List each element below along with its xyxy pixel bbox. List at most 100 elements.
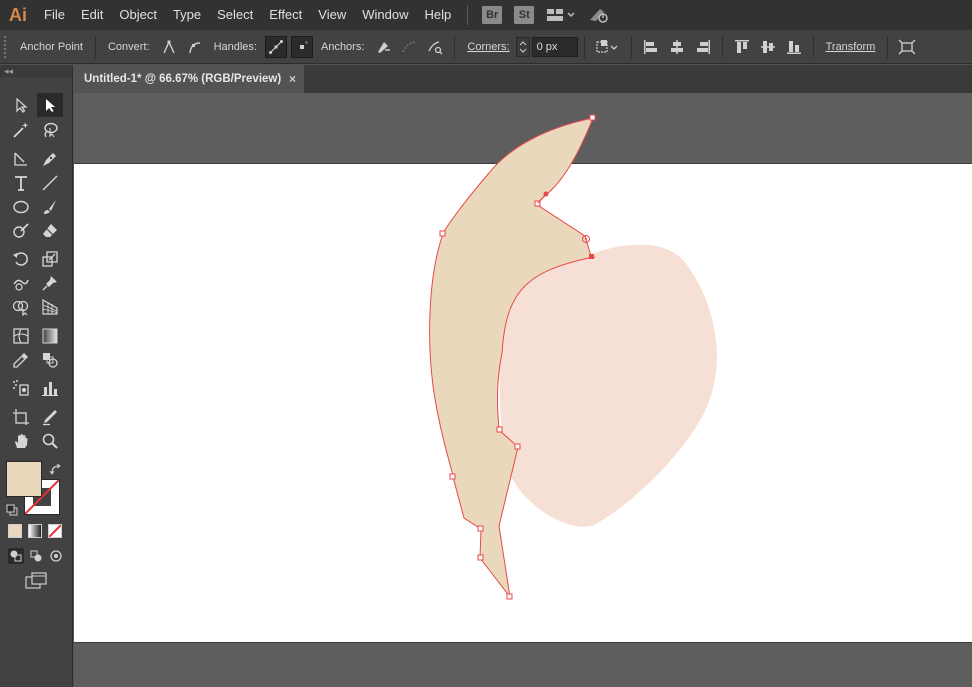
menu-view[interactable]: View (310, 0, 354, 30)
color-mode-button[interactable] (8, 524, 22, 538)
canvas-area[interactable] (74, 93, 972, 687)
selected-anchor-point[interactable] (589, 254, 594, 259)
gradient-icon[interactable] (37, 324, 63, 348)
menu-help[interactable]: Help (416, 0, 459, 30)
anchor-point[interactable] (589, 114, 596, 121)
transform-link[interactable]: Transform (820, 41, 882, 53)
show-handles-icon[interactable] (264, 35, 287, 58)
menu-effect[interactable]: Effect (261, 0, 310, 30)
divider (812, 35, 814, 58)
mesh-icon[interactable] (8, 324, 34, 348)
eraser-icon[interactable] (37, 219, 63, 243)
type-icon[interactable] (8, 171, 34, 195)
rotate-icon[interactable] (8, 247, 34, 271)
symbol-sprayer-icon[interactable] (8, 376, 34, 400)
line-segment-icon[interactable] (37, 171, 63, 195)
anchor-point[interactable] (439, 230, 446, 237)
arrange-documents-icon[interactable] (546, 8, 576, 22)
gpu-performance-icon[interactable] (588, 6, 610, 24)
direction-handle-point[interactable] (543, 191, 549, 197)
anchor-point[interactable] (496, 426, 503, 433)
menu-type[interactable]: Type (165, 0, 209, 30)
hand-icon[interactable] (8, 429, 34, 453)
convert-to-corner-icon[interactable] (158, 36, 180, 58)
fill-color-swatch[interactable] (6, 461, 42, 497)
handles-label: Handles: (213, 40, 257, 53)
align-horizontal-center-icon[interactable] (666, 36, 688, 58)
none-mode-button[interactable] (48, 524, 62, 538)
curvature-icon[interactable] (37, 147, 63, 171)
magic-wand-icon[interactable] (8, 118, 34, 142)
shaper-icon[interactable] (8, 219, 34, 243)
control-bar: Anchor Point Convert: Handles: Anchors: … (0, 30, 972, 64)
stock-button[interactable]: St (514, 6, 535, 24)
menu-window[interactable]: Window (354, 0, 416, 30)
zoom-icon[interactable] (37, 429, 63, 453)
document-tab[interactable]: Untitled-1* @ 66.67% (RGB/Preview) × (74, 65, 304, 93)
hide-handles-icon[interactable] (290, 35, 313, 58)
menu-edit[interactable]: Edit (73, 0, 111, 30)
divider (94, 35, 96, 58)
gradient-mode-button[interactable] (28, 524, 42, 538)
align-top-icon[interactable] (731, 36, 753, 58)
align-vertical-center-icon[interactable] (757, 36, 779, 58)
anchor-point[interactable] (477, 525, 484, 532)
blend-icon[interactable] (37, 348, 63, 372)
swap-fill-stroke-icon[interactable] (49, 463, 63, 477)
divider (630, 35, 632, 58)
menu-file[interactable]: File (36, 0, 73, 30)
align-bottom-icon[interactable] (783, 36, 805, 58)
artwork[interactable] (74, 93, 972, 687)
illustrator-window: Ai File Edit Object Type Select Effect V… (0, 0, 972, 687)
isolate-selection-icon[interactable] (896, 36, 918, 58)
pen-icon[interactable] (8, 147, 34, 171)
close-document-icon[interactable]: × (289, 72, 296, 86)
cut-path-icon[interactable] (424, 36, 446, 58)
scale-icon[interactable] (37, 247, 63, 271)
corners-radius-field[interactable]: 0 px (531, 36, 578, 57)
direct-selection-icon[interactable] (37, 93, 63, 117)
anchor-point[interactable] (506, 593, 513, 600)
align-right-icon[interactable] (692, 36, 714, 58)
connect-anchors-icon[interactable] (398, 36, 420, 58)
selection-arrow-icon[interactable] (8, 93, 34, 117)
anchor-point[interactable] (514, 443, 521, 450)
menu-object[interactable]: Object (111, 0, 165, 30)
menu-bar: Ai File Edit Object Type Select Effect V… (0, 0, 972, 30)
divider (454, 35, 456, 58)
anchor-point[interactable] (477, 554, 484, 561)
slice-icon[interactable] (37, 405, 63, 429)
current-tool-name: Anchor Point (20, 40, 83, 53)
divider (583, 35, 585, 58)
menu-divider (467, 5, 469, 25)
menu-select[interactable]: Select (209, 0, 261, 30)
draw-behind-icon[interactable] (28, 548, 44, 564)
lasso-icon[interactable] (37, 118, 63, 142)
tools-panel: ◂◂ (0, 65, 73, 687)
column-graph-icon[interactable] (37, 376, 63, 400)
align-to-selection-icon[interactable] (593, 36, 623, 58)
remove-anchor-icon[interactable] (372, 36, 394, 58)
anchor-point[interactable] (449, 473, 456, 480)
warp-icon[interactable] (8, 271, 34, 295)
bridge-button[interactable]: Br (482, 6, 503, 24)
draw-normal-icon[interactable] (8, 548, 24, 564)
default-fill-stroke-icon[interactable] (6, 503, 18, 516)
shape-builder-icon[interactable] (8, 295, 34, 319)
anchors-label: Anchors: (320, 40, 365, 53)
heart-shape[interactable] (499, 244, 717, 527)
draw-inside-icon[interactable] (48, 548, 64, 564)
corners-label[interactable]: Corners: (461, 41, 515, 53)
eyedropper-icon[interactable] (8, 348, 34, 372)
ellipse-icon[interactable] (8, 195, 34, 219)
puppet-warp-icon[interactable] (37, 271, 63, 295)
align-left-icon[interactable] (640, 36, 662, 58)
control-bar-grip[interactable] (4, 35, 10, 58)
artboard-icon[interactable] (8, 405, 34, 429)
corners-stepper[interactable] (515, 36, 530, 57)
perspective-grid-icon[interactable] (37, 295, 63, 319)
screen-mode-icon[interactable] (24, 572, 48, 590)
convert-to-smooth-icon[interactable] (184, 36, 206, 58)
panel-collapse-button[interactable]: ◂◂ (0, 65, 72, 77)
paintbrush-icon[interactable] (37, 195, 63, 219)
